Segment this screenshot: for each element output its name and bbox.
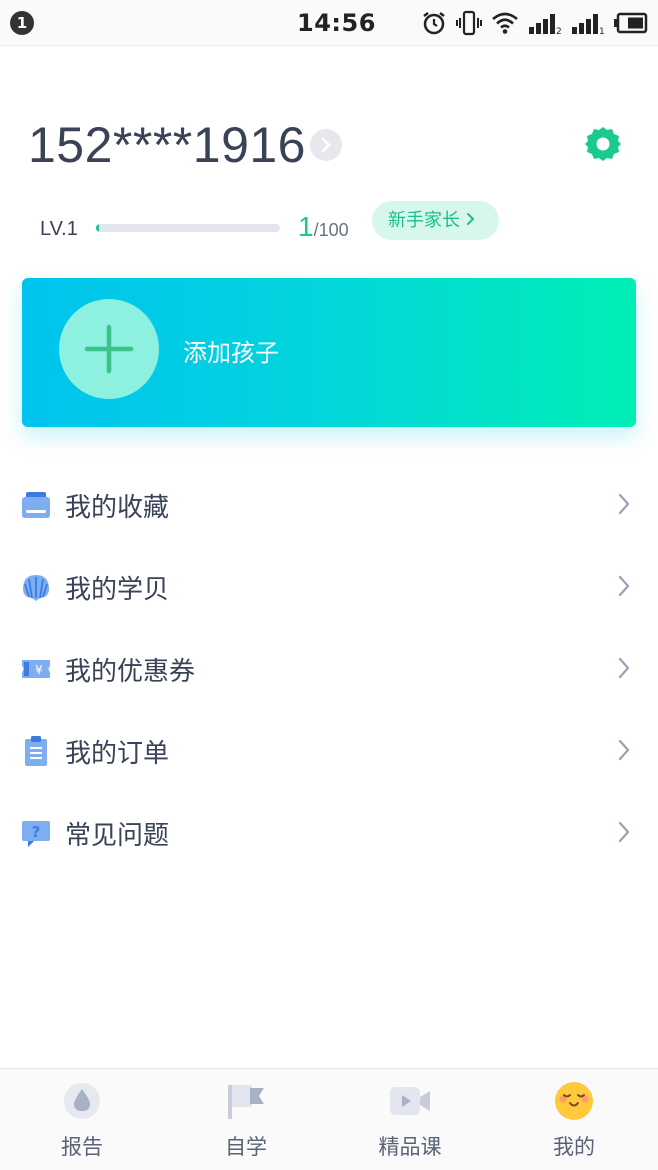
menu-item-xuebei[interactable]: 我的学贝 — [0, 545, 658, 627]
nav-tab-label: 自学 — [225, 1135, 267, 1159]
shell-icon — [23, 575, 49, 601]
nav-tab-label: 报告 — [61, 1135, 103, 1159]
status-bar: 1 14:56 2 1 — [0, 0, 658, 46]
folder-icon — [22, 492, 50, 518]
user-phone-number[interactable]: 152****1916 — [28, 116, 306, 174]
parent-title-badge[interactable]: 新手家长 — [372, 201, 499, 240]
status-time: 14:56 — [297, 9, 376, 37]
battery-icon — [614, 12, 648, 34]
vibrate-icon — [456, 10, 482, 36]
plus-icon — [84, 324, 134, 374]
signal-1-icon: 2 — [529, 14, 562, 35]
nav-tab-report[interactable]: 报告 — [0, 1069, 164, 1170]
menu-item-label: 我的学贝 — [65, 575, 170, 605]
menu-item-orders[interactable]: 我的订单 — [0, 709, 658, 791]
chevron-right-icon — [618, 493, 630, 515]
chevron-right-icon — [321, 137, 331, 153]
drop-icon — [64, 1083, 100, 1119]
nav-tab-premium-course[interactable]: 精品课 — [328, 1069, 492, 1170]
question-bubble-icon: ? — [22, 821, 50, 847]
menu-item-label: 我的订单 — [65, 739, 170, 769]
menu-item-label: 常见问题 — [65, 821, 170, 851]
svg-text:¥: ¥ — [35, 663, 43, 677]
add-child-card[interactable]: 添加孩子 — [22, 278, 636, 427]
profile-detail-button[interactable] — [310, 129, 342, 161]
signal-2-icon: 1 — [572, 14, 605, 35]
menu-item-faq[interactable]: ? 常见问题 — [0, 791, 658, 873]
chevron-right-icon — [618, 657, 630, 679]
wifi-icon — [492, 12, 518, 34]
nav-tab-label: 我的 — [553, 1135, 595, 1159]
menu-item-label: 我的优惠券 — [65, 657, 196, 687]
coupon-icon: ¥ — [22, 660, 50, 678]
level-progress-current: 1 — [298, 211, 314, 242]
chevron-right-icon — [466, 201, 475, 240]
settings-gear-icon[interactable] — [583, 124, 623, 164]
level-progress-fill — [96, 224, 99, 232]
chevron-right-icon — [618, 821, 630, 843]
level-progress-text: 1/100 — [298, 211, 349, 243]
menu-item-favorites[interactable]: 我的收藏 — [0, 463, 658, 545]
nav-tab-self-study[interactable]: 自学 — [164, 1069, 328, 1170]
alarm-icon — [423, 12, 445, 35]
nav-tab-mine[interactable]: 我的 — [492, 1069, 656, 1170]
user-level: LV.1 — [40, 218, 78, 240]
clipboard-icon — [25, 736, 47, 766]
flag-icon — [228, 1085, 264, 1119]
add-child-label: 添加孩子 — [183, 339, 279, 367]
level-progress-bar — [96, 224, 280, 232]
chevron-right-icon — [618, 739, 630, 761]
svg-text:1: 1 — [599, 27, 605, 35]
smiley-icon — [555, 1082, 593, 1120]
chevron-right-icon — [618, 575, 630, 597]
menu-item-coupons[interactable]: ¥ 我的优惠券 — [0, 627, 658, 709]
nav-tab-label: 精品课 — [378, 1135, 442, 1159]
video-icon — [390, 1087, 430, 1115]
notification-badge: 1 — [10, 11, 34, 35]
add-child-button[interactable] — [59, 299, 159, 399]
menu-item-label: 我的收藏 — [65, 493, 170, 523]
svg-text:?: ? — [32, 823, 41, 841]
status-icons: 2 1 — [421, 9, 648, 37]
level-progress-max: /100 — [313, 220, 349, 240]
bottom-nav: 报告 自学 精品课 我的 — [0, 1068, 658, 1170]
svg-text:2: 2 — [556, 27, 562, 35]
parent-title-label: 新手家长 — [388, 210, 460, 231]
